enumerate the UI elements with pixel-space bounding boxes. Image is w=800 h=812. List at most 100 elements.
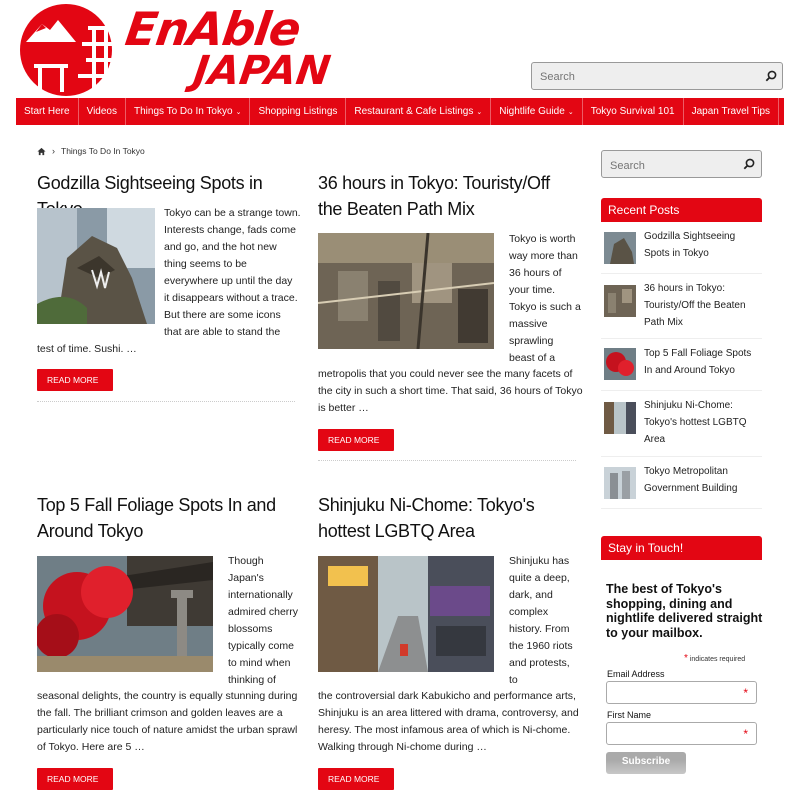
nav-item-things-to-do-in-tokyo[interactable]: Things To Do In Tokyo ⌄: [126, 98, 251, 125]
excerpt-line: seasonal delights, the country is equall…: [37, 690, 298, 702]
read-more-label: READ MORE: [47, 774, 99, 784]
nav-item-label: Things To Do In Tokyo: [133, 106, 233, 117]
excerpt-line: Though: [228, 555, 264, 567]
breadcrumb-separator-icon: ›: [52, 146, 55, 156]
recent-post-title: Tokyo Metropolitan Government Building: [644, 466, 738, 494]
first-name-field[interactable]: *: [606, 722, 757, 745]
read-more-button[interactable]: READ MORE ▸: [318, 429, 394, 467]
excerpt-line: and go, and the hot new: [164, 241, 277, 253]
recent-post-item[interactable]: Shinjuku Ni-Chome: Tokyo's hottest LGBTQ…: [601, 397, 762, 449]
breadcrumb-current: Things To Do In Tokyo: [61, 146, 145, 156]
nav-item-shopping-listings[interactable]: Shopping Listings: [250, 98, 347, 125]
read-more-button[interactable]: READ MORE ▸: [37, 768, 113, 806]
nav-item-nightlife-guide[interactable]: Nightlife Guide ⌄: [491, 98, 583, 125]
nav-item-label: Nightlife Guide: [499, 106, 565, 117]
nav-item-label: Videos: [86, 106, 117, 117]
nav-item-contact[interactable]: Contact⌄: [779, 98, 800, 125]
recent-post-title: Top 5 Fall Foliage Spots In and Around T…: [644, 348, 752, 376]
excerpt-line: quite a deep,: [509, 572, 570, 584]
required-star: *: [684, 653, 688, 664]
recent-post-thumbnail: [604, 232, 636, 264]
recent-post-item[interactable]: Tokyo Metropolitan Government Building: [601, 463, 762, 503]
excerpt-line: heresy. The most infamous area of which …: [318, 724, 571, 736]
post-excerpt-continued: the controversial dark Kabukicho and per…: [318, 688, 580, 756]
nav-item-label: Start Here: [24, 106, 70, 117]
recent-post-thumbnail: [604, 285, 636, 317]
post-excerpt: Tokyo is worth way more than 36 hours of yo…: [509, 231, 589, 367]
post-excerpt-continued: test of time. Sushi. …: [37, 341, 299, 358]
excerpt-line: 36 hours of: [509, 267, 562, 279]
header-search-input[interactable]: [538, 69, 752, 85]
site-header: EnAble JAPAN: [0, 0, 800, 98]
post-title[interactable]: Top 5 Fall Foliage Spots In and Around T…: [37, 492, 297, 544]
search-icon[interactable]: [764, 69, 778, 83]
excerpt-line: beast of a: [509, 352, 556, 364]
post-thumbnail-shinjuku-street[interactable]: [318, 556, 494, 672]
post-excerpt-continued: metropolis that you could never see the …: [318, 366, 583, 417]
excerpt-line: and protests,: [509, 657, 570, 669]
required-note-text: indicates required: [689, 656, 746, 663]
nav-item-videos[interactable]: Videos: [79, 98, 126, 125]
home-icon[interactable]: [37, 147, 46, 156]
nav-item-japan-travel-tips[interactable]: Japan Travel Tips: [684, 98, 779, 125]
read-more-button[interactable]: READ MORE ▸: [37, 369, 113, 407]
main-nav: Start Here Videos Things To Do In Tokyo ⌄ Sh…: [16, 98, 800, 125]
excerpt-line: that are able to stand the: [164, 326, 281, 338]
chevron-down-icon: ⌄: [567, 109, 574, 116]
sidebar-search: [601, 150, 762, 178]
sidebar-search-input[interactable]: [608, 158, 732, 174]
excerpt-line: massive: [509, 318, 548, 330]
search-icon[interactable]: [742, 157, 756, 171]
caret-right-icon: ▸: [47, 397, 52, 407]
nav-item-start-here[interactable]: Start Here: [16, 98, 79, 125]
excerpt-line: way more than: [509, 250, 578, 262]
nav-item-tokyo-survival-101[interactable]: Tokyo Survival 101: [583, 98, 684, 125]
excerpt-line: to mind when: [228, 657, 291, 669]
recent-post-item[interactable]: Godzilla Sightseeing Spots in Tokyo: [601, 228, 762, 268]
nav-item-label: Contact: [787, 106, 800, 117]
recent-post-title: Shinjuku Ni-Chome: Tokyo's hottest LGBTQ…: [644, 400, 747, 445]
recent-post-item[interactable]: Top 5 Fall Foliage Spots In and Around T…: [601, 345, 762, 385]
header-search: [531, 62, 783, 90]
breadcrumb: › Things To Do In Tokyo: [37, 146, 145, 156]
required-note: * indicates required: [684, 653, 745, 664]
excerpt-line: sprawling: [509, 335, 554, 347]
recent-post-thumbnail: [604, 402, 636, 434]
recent-post-separator: [601, 273, 762, 274]
excerpt-line: internationally: [228, 589, 293, 601]
recent-post-title: 36 hours in Tokyo: Touristy/Off the Beat…: [644, 283, 746, 328]
site-logo[interactable]: EnAble JAPAN: [16, 2, 346, 96]
post-thumbnail-tokyo-aerial[interactable]: [318, 233, 494, 349]
excerpt-line: dark, and: [509, 589, 553, 601]
post-divider: [37, 401, 295, 402]
post-thumbnail-godzilla[interactable]: [37, 208, 155, 324]
required-star: *: [743, 686, 748, 700]
recent-post-thumbnail: [604, 348, 636, 380]
post-divider: [318, 460, 576, 461]
caret-right-icon: ▸: [328, 457, 333, 467]
recent-post-thumbnail: [604, 467, 636, 499]
required-star: *: [743, 727, 748, 741]
nav-item-restaurant-cafe-listings[interactable]: Restaurant & Cafe Listings ⌄: [346, 98, 492, 125]
read-more-button[interactable]: READ MORE ▸: [318, 768, 394, 806]
email-field[interactable]: *: [606, 681, 757, 704]
post-title[interactable]: 36 hours in Tokyo: Touristy/Off the Beat…: [318, 170, 578, 222]
nav-item-label: Restaurant & Cafe Listings: [354, 106, 474, 117]
excerpt-line: admired cherry: [228, 606, 299, 618]
excerpt-line: Tokyo is worth: [509, 233, 576, 245]
chevron-down-icon: ⌄: [235, 109, 242, 116]
excerpt-line: everywhere up until the day: [164, 275, 293, 287]
recent-post-title: Godzilla Sightseeing Spots in Tokyo: [644, 231, 736, 259]
post-excerpt-continued: seasonal delights, the country is equall…: [37, 688, 299, 756]
excerpt-line: complex: [509, 606, 549, 618]
excerpt-line: particularly nice touch of nature amidst…: [37, 724, 298, 736]
excerpt-line: the 1960 riots: [509, 640, 573, 652]
excerpt-line: of Tokyo. Here are 5 …: [37, 741, 145, 753]
excerpt-line: the fall. The brilliant crimson and gold…: [37, 707, 283, 719]
post-title[interactable]: Shinjuku Ni-Chome: Tokyo's hottest LGBTQ…: [318, 492, 583, 544]
post-excerpt: Though Japan's internationally admired cher…: [228, 553, 306, 689]
read-more-label: READ MORE: [47, 375, 99, 385]
caret-right-icon: ▸: [47, 796, 52, 806]
post-thumbnail-fall-foliage[interactable]: [37, 556, 213, 672]
recent-post-item[interactable]: 36 hours in Tokyo: Touristy/Off the Beat…: [601, 280, 762, 332]
